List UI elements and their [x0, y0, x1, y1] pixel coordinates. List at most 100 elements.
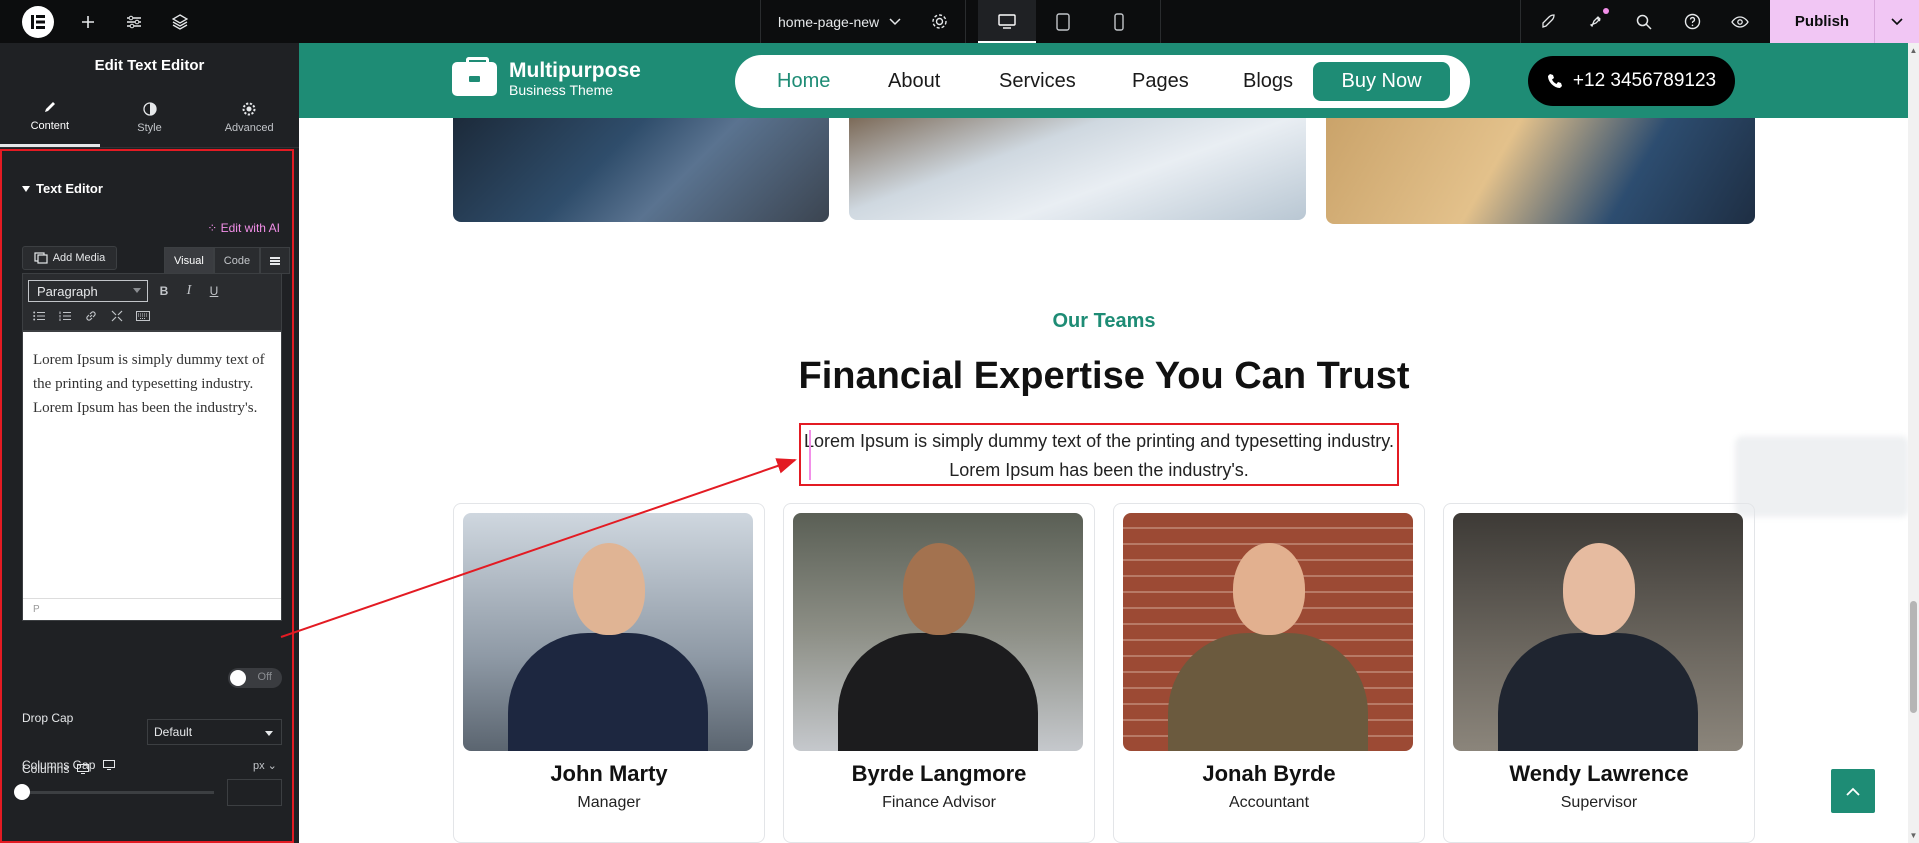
phone-button[interactable]: +12 3456789123 [1528, 56, 1735, 106]
site-logo[interactable]: Multipurpose Business Theme [452, 57, 641, 99]
help-icon[interactable] [1678, 0, 1706, 43]
team-photo [1123, 513, 1413, 751]
preview-scrollbar[interactable]: ▲ ▼ [1908, 43, 1919, 843]
add-element-icon[interactable] [74, 0, 102, 43]
scroll-up-arrow-icon[interactable]: ▲ [1909, 46, 1918, 55]
document-name: home-page-new [778, 13, 880, 30]
tab-advanced[interactable]: Advanced [199, 88, 299, 147]
columns-gap-input[interactable] [227, 779, 282, 806]
mobile-icon[interactable] [1104, 0, 1134, 43]
edit-with-ai-button[interactable]: ⁘ Edit with AI [207, 221, 280, 235]
publish-button[interactable]: Publish [1770, 0, 1874, 43]
document-name-dropdown[interactable]: home-page-new [778, 0, 901, 43]
keyboard-icon[interactable] [132, 306, 154, 326]
team-name: John Marty [550, 761, 668, 786]
panel-title: Edit Text Editor [94, 57, 205, 74]
format-select-value: Paragraph [37, 283, 98, 299]
add-media-button[interactable]: Add Media [22, 246, 117, 270]
columns-select[interactable]: Default [147, 719, 282, 745]
editor-panel: Edit Text Editor Content Style Advanced … [0, 43, 299, 843]
text-editor-section-highlight: Text Editor ⁘ Edit with AI Add Media Vis… [0, 149, 294, 843]
tab-style[interactable]: Style [100, 88, 200, 147]
structure-layers-icon[interactable] [166, 0, 194, 43]
columns-select-value: Default [154, 725, 193, 739]
drop-cap-label: Drop Cap [22, 711, 74, 725]
editor-top-bar: home-page-new Publish [0, 0, 1919, 43]
elementor-logo-icon[interactable] [22, 6, 58, 38]
columns-gap-slider[interactable] [22, 791, 214, 794]
pencil-icon [44, 102, 55, 112]
scroll-to-top-button[interactable] [1831, 769, 1875, 813]
unit-selector[interactable]: px ⌄ [253, 759, 277, 772]
tab-code[interactable]: Code [213, 247, 261, 274]
add-media-label: Add Media [52, 252, 106, 264]
media-icon [34, 252, 48, 264]
nav-about[interactable]: About [888, 70, 940, 93]
buy-now-button[interactable]: Buy Now [1313, 62, 1450, 101]
drop-cap-toggle[interactable]: Off [228, 668, 282, 688]
divider [760, 0, 761, 43]
half-circle-icon [142, 101, 157, 116]
selected-text-widget[interactable]: Lorem Ipsum is simply dummy text of the … [799, 423, 1399, 486]
rocket-icon[interactable] [1534, 0, 1562, 43]
team-card[interactable]: Wendy Lawrence Supervisor [1443, 503, 1755, 843]
chevron-up-icon [1846, 787, 1860, 796]
numbered-list-icon[interactable] [54, 306, 76, 326]
nav-pages[interactable]: Pages [1132, 70, 1189, 93]
drop-cap-state: Off [257, 671, 272, 683]
team-name: Wendy Lawrence [1509, 761, 1689, 786]
tab-visual[interactable]: Visual [164, 247, 214, 274]
search-icon[interactable] [1630, 0, 1658, 43]
notifications-icon[interactable] [1582, 0, 1610, 43]
underline-icon[interactable]: U [203, 281, 225, 301]
team-role: Supervisor [1560, 794, 1638, 811]
publish-options-button[interactable] [1874, 0, 1919, 43]
blog-image-2 [849, 118, 1306, 220]
team-role: Accountant [1228, 794, 1310, 811]
team-photo [1453, 513, 1743, 751]
team-card[interactable]: Jonah Byrde Accountant [1113, 503, 1425, 843]
text-editor-content[interactable]: Lorem Ipsum is simply dummy text of the … [22, 331, 282, 621]
format-select[interactable]: Paragraph [28, 280, 148, 302]
blog-image-1 [453, 118, 829, 222]
tab-style-label: Style [137, 121, 162, 134]
nav-blogs[interactable]: Blogs [1243, 70, 1293, 93]
desktop-responsive-icon[interactable] [103, 760, 116, 770]
toggle-knob [230, 670, 246, 686]
scroll-down-arrow-icon[interactable]: ▼ [1909, 831, 1918, 840]
site-header: Multipurpose Business Theme Home About S… [299, 43, 1909, 118]
preview-eye-icon[interactable] [1726, 0, 1754, 43]
page-preview: Multipurpose Business Theme Home About S… [299, 43, 1919, 843]
nav-services[interactable]: Services [999, 70, 1076, 93]
tablet-icon[interactable] [1048, 0, 1078, 43]
phone-number: +12 3456789123 [1572, 70, 1717, 91]
section-kicker: Our Teams [1052, 310, 1156, 332]
scroll-thumb[interactable] [1910, 601, 1917, 713]
section-heading: Financial Expertise You Can Trust [798, 355, 1410, 397]
brand-name: Multipurpose [509, 59, 641, 82]
bullet-list-icon[interactable] [28, 306, 50, 326]
divider [1160, 0, 1161, 43]
section-toggle-text-editor[interactable]: Text Editor [22, 181, 103, 196]
team-name: Byrde Langmore [851, 761, 1027, 786]
fullscreen-icon[interactable] [106, 306, 128, 326]
bold-icon[interactable]: B [153, 281, 175, 301]
team-role: Manager [577, 794, 641, 811]
toolbar-toggle-icon[interactable] [260, 247, 291, 274]
nav-home[interactable]: Home [777, 70, 830, 93]
site-settings-icon[interactable] [120, 0, 148, 43]
italic-icon[interactable]: I [178, 281, 200, 301]
blog-image-3 [1326, 118, 1755, 224]
gear-icon [242, 102, 256, 115]
notification-badge [1603, 8, 1609, 14]
slider-handle[interactable] [14, 784, 30, 800]
page-settings-gear-icon[interactable] [925, 0, 953, 43]
editor-text[interactable]: Lorem Ipsum is simply dummy text of the … [23, 332, 281, 436]
floating-widget [1735, 436, 1909, 517]
dropdown-arrow-icon [265, 731, 273, 736]
team-card[interactable]: Byrde Langmore Finance Advisor [783, 503, 1095, 843]
team-card[interactable]: John Marty Manager [453, 503, 765, 843]
tab-content[interactable]: Content [0, 88, 100, 147]
tab-content-label: Content [30, 120, 70, 132]
link-icon[interactable] [80, 306, 102, 326]
